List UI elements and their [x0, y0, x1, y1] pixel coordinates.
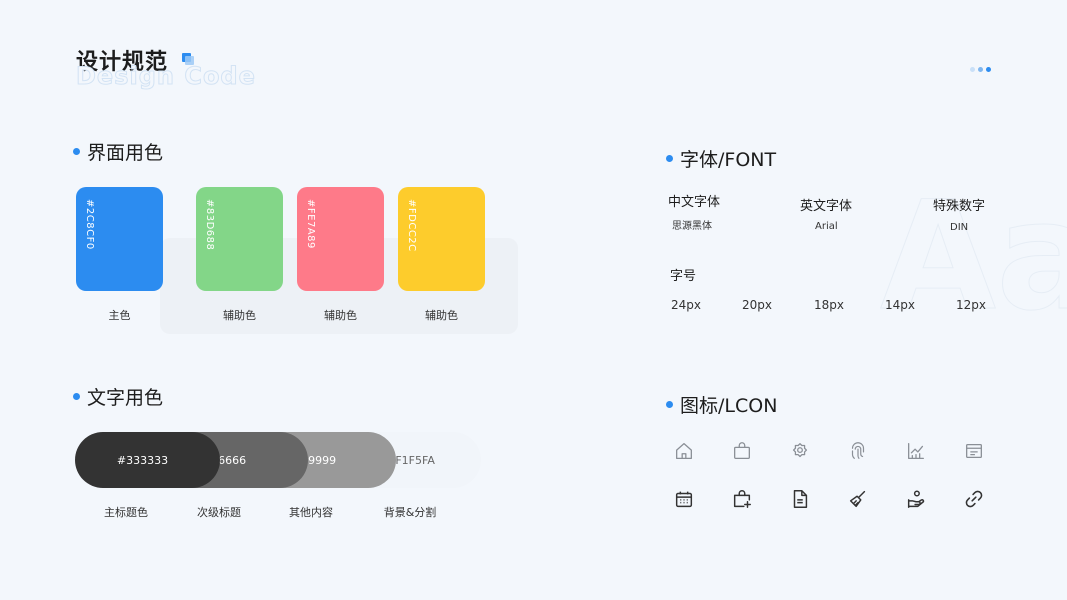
swatch-hex: #83D688: [204, 199, 215, 251]
font-size-value: 24px: [671, 298, 701, 312]
font-family-name: Arial: [815, 221, 838, 232]
bag-add-icon[interactable]: [731, 488, 753, 510]
font-heading: 字体/FONT: [666, 145, 776, 172]
pagination-dots: [970, 67, 991, 72]
bullet-dot: [73, 393, 80, 400]
swatch-label: 辅助色: [425, 309, 458, 322]
text-color-label: 背景&分割: [383, 506, 437, 519]
shopping-bag-icon[interactable]: [731, 440, 753, 462]
color-swatch-yellow: #FDCC2C: [398, 187, 485, 291]
swatch-hex: #FDCC2C: [406, 199, 417, 252]
icons-heading-text: 图标/LCON: [680, 395, 778, 417]
text-color-pill-primary: #333333: [75, 432, 220, 488]
pill-hex: #333333: [116, 453, 169, 467]
calendar-icon[interactable]: [673, 488, 695, 510]
file-text-icon[interactable]: [789, 488, 811, 510]
page-subtitle: Design Code: [76, 62, 256, 91]
text-color-label: 其他内容: [289, 506, 333, 519]
text-colors-heading: 文字用色: [73, 383, 163, 410]
text-color-label: 次级标题: [197, 506, 241, 519]
font-family-name: DIN: [950, 222, 969, 233]
font-size-value: 18px: [814, 298, 844, 312]
swatch-hex: #2C8CF0: [84, 199, 95, 250]
font-heading-text: 字体/FONT: [680, 149, 777, 171]
font-family-label: 中文字体: [668, 195, 721, 210]
swatch-label: 辅助色: [223, 309, 256, 322]
document-list-icon[interactable]: [963, 440, 985, 462]
fingerprint-icon[interactable]: [847, 440, 869, 462]
font-family-name: 思源黑体: [672, 221, 712, 232]
hand-care-icon[interactable]: [905, 488, 927, 510]
ui-colors-heading: 界面用色: [73, 138, 163, 165]
text-color-label: 主标题色: [104, 506, 148, 519]
link-icon[interactable]: [963, 488, 985, 510]
swatch-label: 辅助色: [324, 309, 357, 322]
home-icon[interactable]: [673, 440, 695, 462]
font-size-value: 20px: [742, 298, 772, 312]
dot: [978, 67, 983, 72]
font-family-label: 特殊数字: [933, 199, 986, 214]
settings-icon[interactable]: [789, 440, 811, 462]
ui-colors-heading-text: 界面用色: [87, 142, 164, 164]
bullet-dot: [73, 148, 80, 155]
dot: [986, 67, 991, 72]
swatch-label: 主色: [108, 309, 131, 322]
color-swatch-red: #FE7A89: [297, 187, 384, 291]
text-colors-heading-text: 文字用色: [87, 387, 164, 409]
bullet-dot: [666, 401, 673, 408]
bullet-dot: [666, 155, 673, 162]
broom-icon[interactable]: [847, 488, 869, 510]
font-size-value: 12px: [956, 298, 986, 312]
swatch-hex: #FE7A89: [305, 199, 316, 249]
dot: [970, 67, 975, 72]
icons-heading: 图标/LCON: [666, 391, 777, 418]
font-size-value: 14px: [885, 298, 915, 312]
chart-icon[interactable]: [905, 440, 927, 462]
color-swatch-primary: #2C8CF0: [76, 187, 163, 291]
font-family-label: 英文字体: [800, 199, 853, 214]
color-swatch-green: #83D688: [196, 187, 283, 291]
font-size-label: 字号: [670, 269, 697, 284]
